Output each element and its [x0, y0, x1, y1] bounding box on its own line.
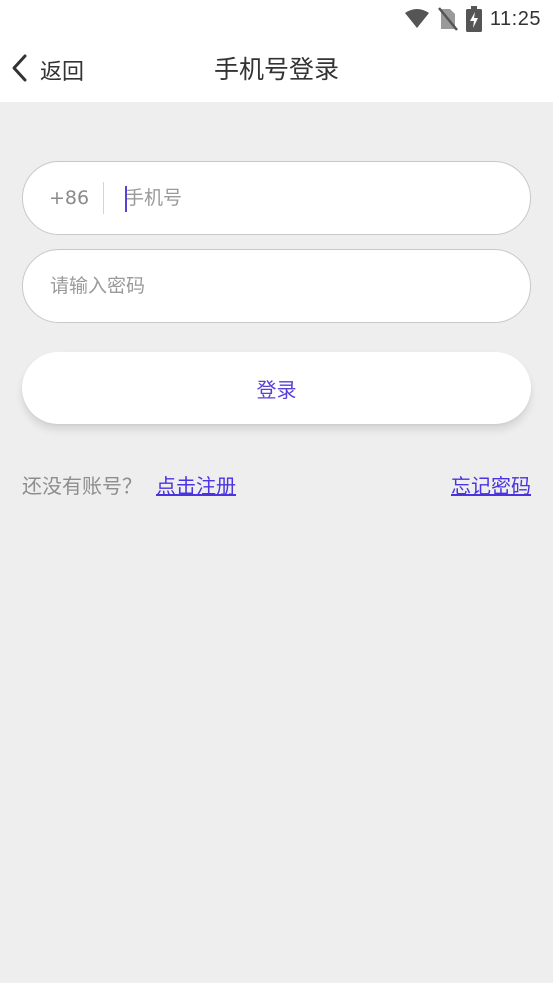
password-field [22, 249, 531, 323]
login-button[interactable]: 登录 [22, 352, 531, 424]
text-cursor [125, 186, 127, 212]
footer-row: 还没有账号？ 点击注册 忘记密码 [22, 470, 531, 502]
no-account-text: 还没有账号？ [22, 474, 142, 498]
battery-charging-icon [465, 6, 482, 32]
back-button[interactable]: 返回 [10, 48, 84, 92]
chevron-left-icon [10, 53, 30, 87]
register-link[interactable]: 点击注册 [156, 474, 236, 498]
status-icons: 11:25 [404, 5, 541, 33]
status-bar: 11:25 [0, 0, 553, 38]
phone-field: +86 [22, 161, 531, 235]
field-divider [103, 182, 104, 214]
wifi-icon [404, 9, 430, 29]
nav-bar: 返回 手机号登录 [0, 38, 553, 102]
country-code[interactable]: +86 [49, 162, 89, 234]
password-input[interactable] [50, 250, 510, 322]
phone-input[interactable] [125, 162, 515, 234]
forgot-password-link[interactable]: 忘记密码 [451, 470, 531, 502]
back-label: 返回 [40, 60, 85, 85]
no-sim-icon [437, 7, 458, 31]
status-time: 11:25 [489, 7, 541, 30]
